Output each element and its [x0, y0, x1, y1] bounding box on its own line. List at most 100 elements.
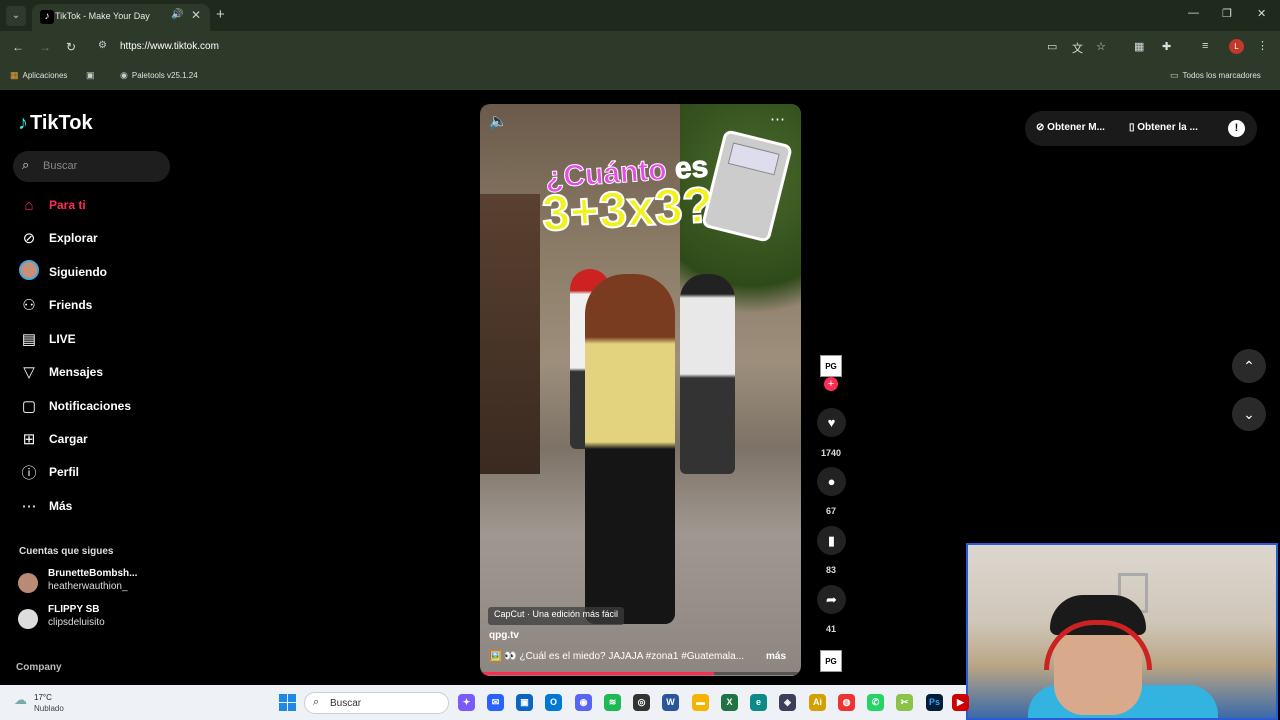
sidebar-item-explorar[interactable]: ⊘ Explorar: [18, 226, 98, 250]
illustrator-icon[interactable]: Ai: [809, 694, 826, 711]
account-name: FLIPPY SB: [48, 604, 100, 615]
forward-button[interactable]: →: [39, 40, 51, 54]
profile-avatar[interactable]: L: [1229, 39, 1244, 54]
sidebar-item-friends[interactable]: ⚇ Friends: [18, 293, 92, 317]
sidebar-item-mas[interactable]: ⋯ Más: [18, 494, 73, 518]
avatar: [18, 573, 38, 593]
live-icon: ▤: [21, 331, 37, 348]
sidebar-item-mensajes[interactable]: ▽ Mensajes: [18, 360, 103, 384]
tiktok-logo[interactable]: ♪ TikTok: [18, 112, 93, 135]
search-box[interactable]: ⌕: [13, 151, 170, 182]
close-window-button[interactable]: ✕: [1257, 7, 1266, 20]
start-button[interactable]: [279, 694, 296, 711]
company-link[interactable]: Company: [16, 662, 62, 673]
alert-icon[interactable]: !: [1228, 120, 1245, 137]
browser-tab-strip: ⌄ ♪ TikTok - Make Your Day 🔊 ✕ + — ❐ ✕: [0, 0, 1280, 31]
snipping-tool-icon[interactable]: ✂: [896, 694, 913, 711]
comment-count: 67: [825, 506, 836, 516]
new-tab-button[interactable]: +: [216, 6, 225, 23]
comment-button[interactable]: ●: [817, 467, 846, 496]
get-mobile-app-button[interactable]: ▯ Obtener la ...: [1129, 122, 1198, 133]
sidebar-item-siguiendo[interactable]: Siguiendo: [18, 260, 107, 284]
sidebar-item-notificaciones[interactable]: ▢ Notificaciones: [18, 394, 131, 418]
audio-playing-icon[interactable]: 🔊: [171, 9, 183, 20]
volume-icon[interactable]: 🔈: [489, 112, 508, 130]
minimize-button[interactable]: —: [1188, 7, 1199, 19]
excel-icon[interactable]: X: [721, 694, 738, 711]
creator-avatar[interactable]: PG: [820, 355, 842, 377]
caption-more-link[interactable]: más: [766, 651, 786, 662]
video-scene-building: [480, 194, 540, 474]
reload-button[interactable]: ↻: [66, 40, 76, 54]
sidebar-item-label: Notificaciones: [49, 399, 132, 413]
avatar: [18, 609, 38, 629]
apps-grid-icon: ▦: [10, 70, 19, 80]
video-scene-woman: [585, 274, 675, 624]
weather-condition[interactable]: Nublado: [34, 704, 64, 713]
share-button[interactable]: ➦: [817, 585, 846, 614]
previous-video-button[interactable]: ⌃: [1232, 349, 1266, 383]
next-video-button[interactable]: ⌄: [1232, 397, 1266, 431]
more-icon: ⋯: [21, 498, 37, 515]
follow-plus-button[interactable]: +: [824, 377, 838, 391]
video-author[interactable]: qpg.tv: [489, 630, 519, 641]
bookmark-apps[interactable]: ▦ Aplicaciones: [10, 70, 67, 81]
cast-icon[interactable]: ▭: [1047, 40, 1057, 53]
sidebar-item-perfil[interactable]: ⓘ Perfil: [18, 460, 79, 484]
back-button[interactable]: ←: [12, 40, 24, 54]
site-info-icon[interactable]: ⚙: [98, 40, 107, 51]
address-bar[interactable]: ⚙ https://www.tiktok.com ▭ 文 ☆ ▦ ✚ ≡: [92, 35, 1222, 59]
save-button[interactable]: ▮: [817, 526, 846, 555]
photoshop-icon[interactable]: Ps: [926, 694, 943, 711]
weather-temp[interactable]: 17°C: [34, 693, 52, 702]
video-caption: 🖼️ 👀 ¿Cuál es el miedo? JAJAJA #zona1 #G…: [489, 651, 745, 662]
whatsapp-icon[interactable]: ✆: [867, 694, 884, 711]
app-red-icon[interactable]: ▶: [952, 694, 969, 711]
copilot-icon[interactable]: ✦: [458, 694, 475, 711]
profile-icon: ⓘ: [21, 464, 37, 482]
discord-icon[interactable]: ◉: [575, 694, 592, 711]
sidebar-item-label: Perfil: [49, 465, 80, 479]
capcut-tag[interactable]: CapCut · Una edición más fácil: [488, 607, 625, 625]
video-progress-bar[interactable]: [480, 672, 801, 675]
tab-list-button[interactable]: ⌄: [6, 6, 26, 26]
qr-code-icon[interactable]: ▦: [1134, 40, 1144, 53]
friends-icon: ⚇: [22, 297, 36, 314]
more-options-icon[interactable]: ⋯: [770, 110, 785, 128]
edge-icon[interactable]: e: [750, 694, 767, 711]
cloud-icon[interactable]: ☁: [14, 692, 27, 708]
music-disc[interactable]: PG: [820, 650, 842, 672]
store-icon[interactable]: ▣: [516, 694, 533, 711]
browser-menu-icon[interactable]: ⋮: [1257, 39, 1268, 52]
url-text[interactable]: https://www.tiktok.com: [120, 41, 219, 52]
taskbar-search[interactable]: ⌕ Buscar: [304, 692, 449, 714]
word-icon[interactable]: W: [662, 694, 679, 711]
mail-icon[interactable]: ✉: [487, 694, 504, 711]
video-player[interactable]: ¿Cuánto es 3+3x3? 🔈 ⋯ CapCut · Una edici…: [480, 104, 801, 676]
like-button[interactable]: ♥: [817, 408, 846, 437]
app-icon[interactable]: ◈: [779, 694, 796, 711]
spotify-icon[interactable]: ≋: [604, 694, 621, 711]
media-control-icon[interactable]: ≡: [1202, 40, 1208, 52]
heart-icon: ♥: [827, 415, 836, 430]
sidebar-item-live[interactable]: ▤ LIVE: [18, 327, 76, 351]
browser-tab[interactable]: ♪ TikTok - Make Your Day 🔊 ✕: [32, 4, 210, 31]
sidebar-item-cargar[interactable]: ⊞ Cargar: [18, 427, 88, 451]
bookmark-paletools[interactable]: ◉ Paletools v25.1.24: [120, 70, 198, 81]
outlook-icon[interactable]: O: [545, 694, 562, 711]
obs-icon[interactable]: ◎: [633, 694, 650, 711]
extensions-icon[interactable]: ✚: [1162, 40, 1171, 53]
bookmark-star-icon[interactable]: ☆: [1096, 40, 1106, 53]
search-icon: ⌕: [22, 157, 30, 172]
chrome-icon[interactable]: ◍: [838, 694, 855, 711]
bookmark-grid[interactable]: ▣: [86, 70, 99, 81]
translate-icon[interactable]: 文: [1072, 40, 1083, 56]
get-desktop-app-button[interactable]: ⊘ Obtener M...: [1036, 122, 1105, 133]
close-tab-icon[interactable]: ✕: [191, 8, 201, 22]
messages-icon: ▽: [23, 364, 35, 381]
restore-button[interactable]: ❐: [1222, 7, 1232, 20]
bookmark-all[interactable]: ▭ Todos los marcadores: [1170, 70, 1261, 81]
file-explorer-icon[interactable]: ▬: [692, 694, 709, 711]
search-input[interactable]: [43, 156, 163, 176]
sidebar-item-para-ti[interactable]: ⌂ Para ti: [18, 193, 85, 217]
